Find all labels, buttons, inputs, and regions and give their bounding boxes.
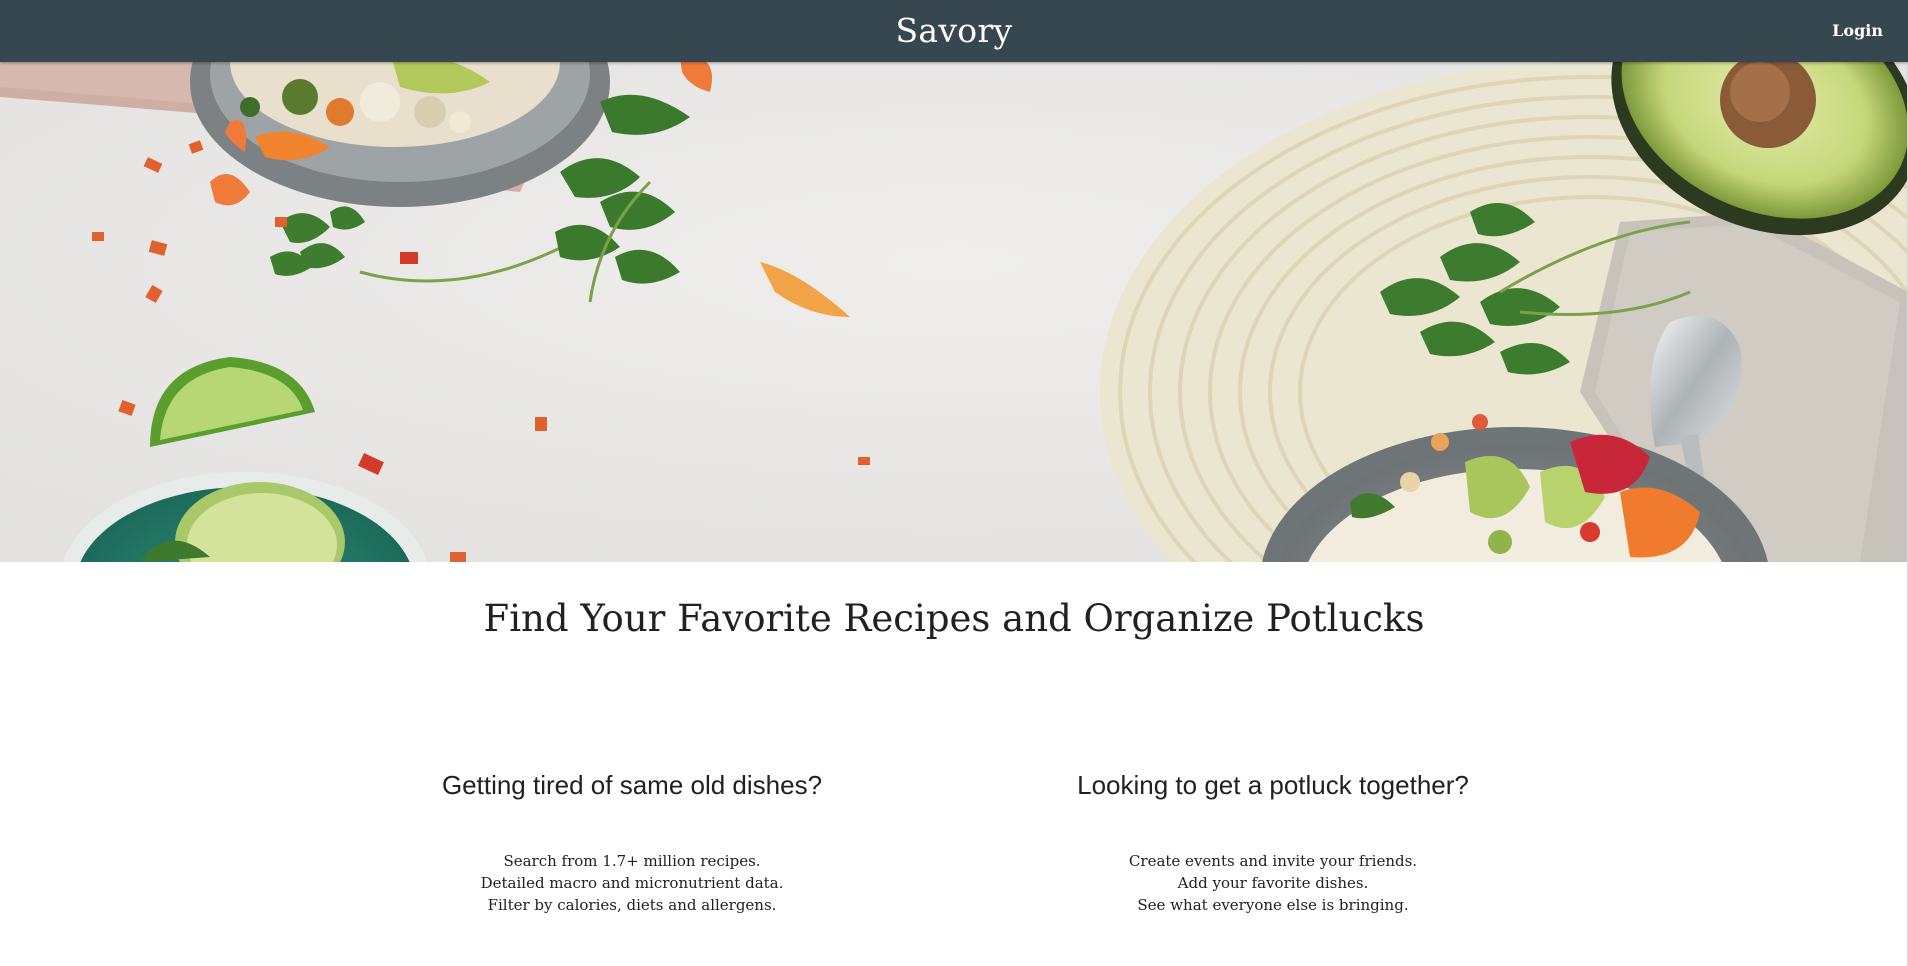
feature-potluck-line: Create events and invite your friends. <box>1128 852 1418 870</box>
page-headline: Find Your Favorite Recipes and Organize … <box>483 597 1425 640</box>
feature-potluck-title: Looking to get a potluck together? <box>1077 770 1469 800</box>
feature-recipes-line: Search from 1.7+ million recipes. <box>503 852 761 870</box>
feature-recipes-title: Getting tired of same old dishes? <box>441 770 823 800</box>
page: Savory Login Find Your Favorite Recipes … <box>0 0 1908 966</box>
hero-food-illustration <box>0 62 1908 562</box>
feature-recipes: Getting tired of same old dishes? Search… <box>332 768 932 916</box>
feature-potluck: Looking to get a potluck together? Creat… <box>973 768 1573 916</box>
hero-banner <box>0 62 1908 562</box>
feature-potluck-list: Create events and invite your friends. A… <box>973 850 1573 916</box>
feature-recipes-line: Detailed macro and micronutrient data. <box>480 874 784 892</box>
feature-recipes-line: Filter by calories, diets and allergens. <box>487 896 777 914</box>
feature-recipes-list: Search from 1.7+ million recipes. Detail… <box>332 850 932 916</box>
feature-potluck-line: Add your favorite dishes. <box>1177 874 1369 892</box>
feature-potluck-line: See what everyone else is bringing. <box>1137 896 1409 914</box>
login-link[interactable]: Login <box>1832 20 1883 42</box>
brand-logo[interactable]: Savory <box>0 9 1908 53</box>
top-navbar: Savory Login <box>0 0 1908 62</box>
